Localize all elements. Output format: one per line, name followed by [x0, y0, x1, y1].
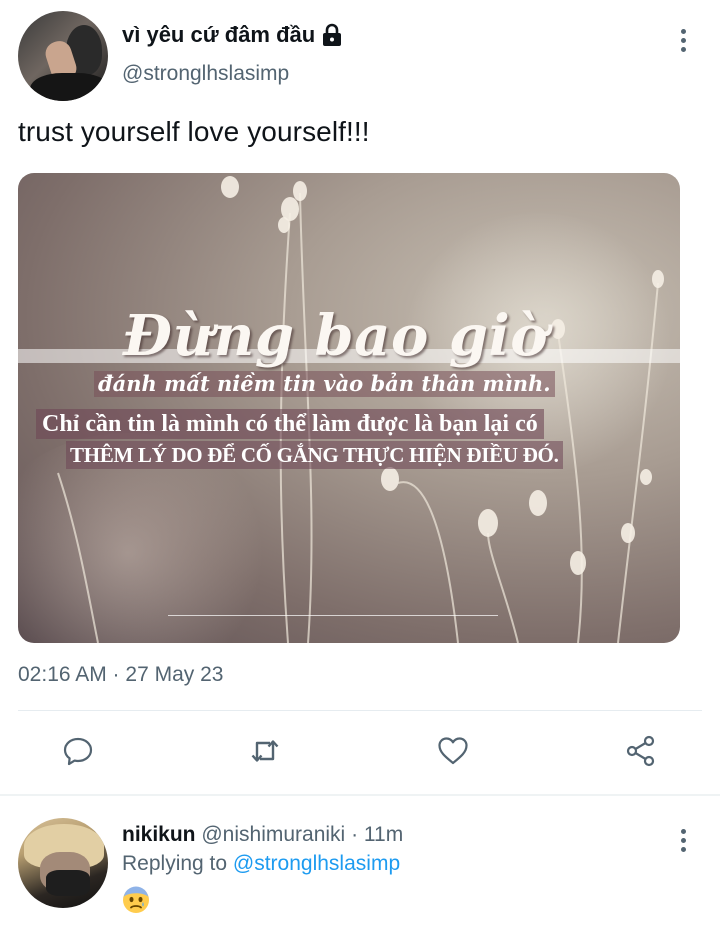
comment-icon [63, 737, 93, 766]
heart-icon [438, 737, 468, 765]
share-button[interactable] [623, 733, 659, 769]
avatar-mask-shape [46, 870, 90, 896]
reply-header: nikikun @nishimuraniki · 11m [122, 823, 403, 847]
more-dot [680, 28, 686, 34]
replying-to-prefix: Replying to [122, 852, 228, 875]
retweet-button[interactable] [247, 733, 283, 769]
tweet-image[interactable]: Đừng bao giờ đánh mất niềm tin vào bản t… [18, 173, 680, 643]
reply-dot-separator: · [351, 823, 359, 846]
share-icon [626, 735, 655, 767]
image-text-line3: THÊM LÝ DO ĐỂ CỐ GẮNG THỰC HIỆN ĐIỀU ĐÓ. [66, 441, 563, 469]
dried-flower-stems [57, 176, 664, 643]
retweet-icon [251, 740, 279, 762]
more-dot [680, 46, 686, 52]
author-display-name[interactable]: vì yêu cứ đâm đầu [122, 22, 343, 48]
author-handle[interactable]: @stronglhslasimp [122, 62, 289, 86]
more-vertical-icon[interactable] [672, 24, 694, 56]
image-headline: Đừng bao giờ [123, 303, 549, 369]
tweet-timestamp[interactable]: 02:16 AM · 27 May 23 [18, 663, 223, 687]
like-button[interactable] [435, 733, 471, 769]
author-avatar[interactable] [18, 11, 108, 101]
anxious-face-emoji [122, 886, 150, 914]
more-dot [680, 846, 686, 852]
image-text-line2: Chỉ cần tin là mình có thể làm được là b… [36, 409, 544, 439]
more-vertical-icon[interactable] [672, 824, 694, 856]
more-dot [680, 37, 686, 43]
replying-to-mention[interactable]: @stronglhslasimp [233, 852, 400, 875]
reply-author-name[interactable]: nikikun [122, 823, 196, 846]
main-tweet: vì yêu cứ đâm đầu @stronglhslasimp trust… [0, 0, 720, 795]
divider [18, 710, 702, 711]
replying-to-line: Replying to @stronglhslasimp [122, 852, 400, 876]
reply-tweet: nikikun @nishimuraniki · 11m Replying to… [0, 796, 720, 934]
reply-time[interactable]: 11m [364, 823, 403, 846]
more-dot [680, 828, 686, 834]
reply-author-handle[interactable]: @nishimuraniki [201, 823, 345, 846]
image-text-line1: đánh mất niềm tin vào bản thân mình. [94, 371, 555, 397]
image-ornament-line [168, 615, 498, 616]
avatar-body-shape [30, 73, 108, 101]
reply-avatar[interactable] [18, 818, 108, 908]
lock-icon [321, 23, 343, 47]
reply-button[interactable] [60, 733, 96, 769]
more-dot [680, 837, 686, 843]
tweet-text: trust yourself love yourself!!! [18, 116, 370, 147]
author-name-text: vì yêu cứ đâm đầu [122, 22, 316, 47]
